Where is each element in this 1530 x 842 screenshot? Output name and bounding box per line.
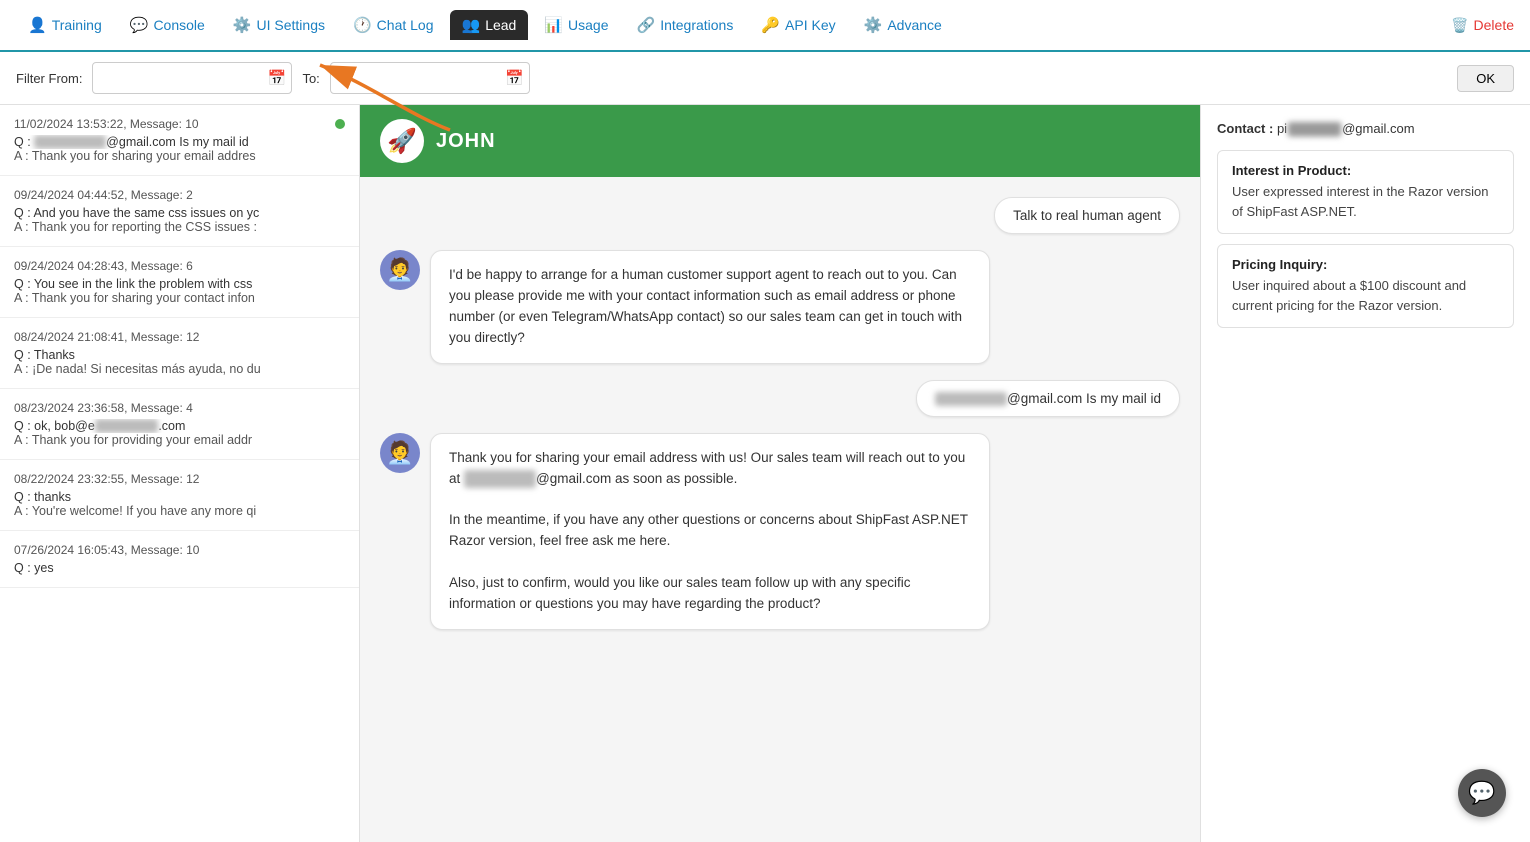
chat-item-time: 08/22/2024 23:32:55, Message: 12 [14, 472, 199, 486]
filter-from-input[interactable] [92, 62, 292, 94]
usage-icon: 📊 [544, 16, 563, 34]
chat-item-a: A : ¡De nada! Si necesitas más ayuda, no… [14, 362, 345, 376]
list-item[interactable]: 11/02/2024 13:53:22, Message: 10 Q : ███… [0, 105, 359, 176]
nav-lead[interactable]: 👥 Lead [450, 10, 529, 40]
chat-item-q: Q : Thanks [14, 348, 345, 362]
chat-main: 🚀 JOHN Talk to real human agent 🧑‍💼 I'd … [360, 105, 1200, 842]
active-dot [335, 119, 345, 129]
filter-to-input[interactable] [330, 62, 530, 94]
bot-bubble: I'd be happy to arrange for a human cust… [430, 250, 990, 364]
chat-item-q: Q : thanks [14, 490, 345, 504]
chat-item-time: 08/23/2024 23:36:58, Message: 4 [14, 401, 193, 415]
info-card-text: User inquired about a $100 discount and … [1232, 276, 1499, 315]
chat-messages: Talk to real human agent 🧑‍💼 I'd be happ… [360, 177, 1200, 842]
chat-item-time: 09/24/2024 04:28:43, Message: 6 [14, 259, 193, 273]
filter-to-label: To: [302, 71, 319, 86]
user-bubble: Talk to real human agent [994, 197, 1180, 234]
chat-header-avatar: 🚀 [380, 119, 424, 163]
delete-icon: 🗑️ [1451, 17, 1468, 34]
chat-item-q: Q : You see in the link the problem with… [14, 277, 345, 291]
calendar-to-icon[interactable]: 📅 [505, 69, 524, 87]
list-item[interactable]: 08/22/2024 23:32:55, Message: 12 Q : tha… [0, 460, 359, 531]
list-item[interactable]: 08/23/2024 23:36:58, Message: 4 Q : ok, … [0, 389, 359, 460]
nav-advance[interactable]: ⚙️ Advance [852, 10, 954, 40]
filter-from-label: Filter From: [16, 71, 82, 86]
message-bot: 🧑‍💼 Thank you for sharing your email add… [380, 433, 1180, 630]
bot-avatar: 🧑‍💼 [380, 433, 420, 473]
nav-ui-settings[interactable]: ⚙️ UI Settings [221, 10, 337, 40]
chat-item-a: A : You're welcome! If you have any more… [14, 504, 345, 518]
main-layout: 11/02/2024 13:53:22, Message: 10 Q : ███… [0, 105, 1530, 842]
api-key-icon: 🔑 [761, 16, 780, 34]
calendar-from-icon[interactable]: 📅 [268, 69, 287, 87]
info-card-title: Interest in Product: [1232, 163, 1499, 178]
chat-item-a: A : Thank you for sharing your email add… [14, 149, 345, 163]
info-card-pricing: Pricing Inquiry: User inquired about a $… [1217, 244, 1514, 328]
nav-console[interactable]: 💬 Console [118, 10, 217, 40]
user-bubble: ████████@gmail.com Is my mail id [916, 380, 1180, 417]
chat-item-q: Q : ok, bob@e███████.com [14, 419, 345, 433]
right-panel: Contact : pi██████@gmail.com Interest in… [1200, 105, 1530, 842]
message-bot: 🧑‍💼 I'd be happy to arrange for a human … [380, 250, 1180, 364]
chat-item-q: Q : ████████@gmail.com Is my mail id [14, 135, 345, 149]
info-card-interest: Interest in Product: User expressed inte… [1217, 150, 1514, 234]
integrations-icon: 🔗 [637, 16, 656, 34]
chat-log-icon: 🕐 [353, 16, 372, 34]
ui-settings-icon: ⚙️ [233, 16, 252, 34]
chat-item-time: 07/26/2024 16:05:43, Message: 10 [14, 543, 199, 557]
message-user: Talk to real human agent [380, 197, 1180, 234]
chat-item-time: 08/24/2024 21:08:41, Message: 12 [14, 330, 199, 344]
filter-from-wrap: 📅 [92, 62, 292, 94]
console-icon: 💬 [130, 16, 149, 34]
filter-ok-button[interactable]: OK [1457, 65, 1514, 92]
filter-bar: Filter From: 📅 To: 📅 OK [0, 52, 1530, 105]
chat-item-q: Q : yes [14, 561, 345, 575]
sidebar: 11/02/2024 13:53:22, Message: 10 Q : ███… [0, 105, 360, 842]
chat-header: 🚀 JOHN [360, 105, 1200, 177]
bot-avatar: 🧑‍💼 [380, 250, 420, 290]
nav-training[interactable]: 👤 Training [16, 10, 114, 40]
nav-integrations[interactable]: 🔗 Integrations [625, 10, 746, 40]
lead-icon: 👥 [462, 16, 481, 34]
info-card-text: User expressed interest in the Razor ver… [1232, 182, 1499, 221]
filter-to-wrap: 📅 [330, 62, 530, 94]
list-item[interactable]: 09/24/2024 04:44:52, Message: 2 Q : And … [0, 176, 359, 247]
message-user: ████████@gmail.com Is my mail id [380, 380, 1180, 417]
chat-item-a: A : Thank you for reporting the CSS issu… [14, 220, 345, 234]
nav-chat-log[interactable]: 🕐 Chat Log [341, 10, 446, 40]
top-nav: 👤 Training 💬 Console ⚙️ UI Settings 🕐 Ch… [0, 0, 1530, 52]
chat-fab-button[interactable]: 💬 [1458, 769, 1506, 817]
advance-icon: ⚙️ [864, 16, 883, 34]
list-item[interactable]: 09/24/2024 04:28:43, Message: 6 Q : You … [0, 247, 359, 318]
chat-fab-icon: 💬 [1468, 780, 1495, 806]
training-icon: 👤 [28, 16, 47, 34]
list-item[interactable]: 07/26/2024 16:05:43, Message: 10 Q : yes [0, 531, 359, 588]
chat-item-time: 09/24/2024 04:44:52, Message: 2 [14, 188, 193, 202]
bot-bubble: Thank you for sharing your email address… [430, 433, 990, 630]
contact-line: Contact : pi██████@gmail.com [1217, 121, 1514, 136]
list-item[interactable]: 08/24/2024 21:08:41, Message: 12 Q : Tha… [0, 318, 359, 389]
nav-usage[interactable]: 📊 Usage [532, 10, 620, 40]
info-card-title: Pricing Inquiry: [1232, 257, 1499, 272]
chat-item-a: A : Thank you for providing your email a… [14, 433, 345, 447]
chat-item-q: Q : And you have the same css issues on … [14, 206, 345, 220]
delete-button[interactable]: 🗑️ Delete [1451, 17, 1514, 34]
chat-header-name: JOHN [436, 130, 496, 153]
nav-api-key[interactable]: 🔑 API Key [749, 10, 847, 40]
chat-item-time: 11/02/2024 13:53:22, Message: 10 [14, 117, 199, 131]
chat-item-a: A : Thank you for sharing your contact i… [14, 291, 345, 305]
